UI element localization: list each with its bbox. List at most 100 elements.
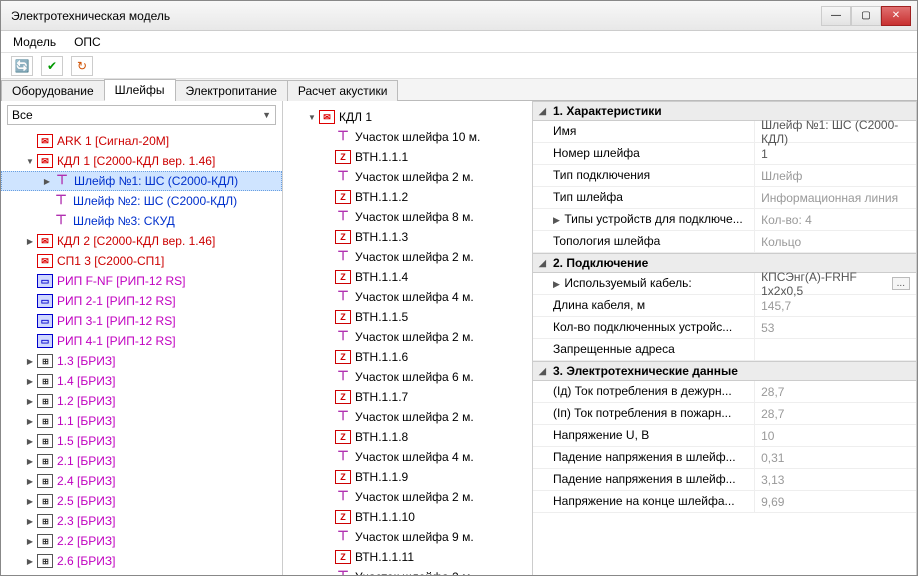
tree-item[interactable]: ▶ZВТН.1.1.4 [283,267,532,287]
tree-item[interactable]: ▶⊤Участок шлейфа 2 м. [283,407,532,427]
tree-item[interactable]: ▼✉КДЛ 1 [С2000-КДЛ вер. 1.46] [1,151,282,171]
tree-item[interactable]: ▶⊤Участок шлейфа 10 м. [283,127,532,147]
z-icon: Z [335,190,351,204]
tab-acoustics[interactable]: Расчет акустики [287,80,399,101]
tree-item[interactable]: ▶⊤Участок шлейфа 2 м. [283,487,532,507]
expand-icon[interactable]: ▶ [25,437,35,446]
expand-icon[interactable]: ▶ [42,177,52,186]
tree-item[interactable]: ▶⊤Участок шлейфа 4 м. [283,287,532,307]
tree-item[interactable]: ▶⊤Участок шлейфа 2 м. [283,327,532,347]
tree-item[interactable]: ▶⊤Шлейф №1: ШС (С2000-КДЛ) [1,171,282,191]
prop-current-fire: (Iп) Ток потребления в пожарн...28,7 [533,403,916,425]
tree-item-label: 2.5 [БРИЗ] [57,494,115,508]
expand-icon[interactable]: ▶ [25,497,35,506]
tree-item-label: Участок шлейфа 6 м. [355,370,474,384]
segm-icon: ⊞ [37,414,53,428]
tree-item-label: КДЛ 1 [339,110,372,124]
tree-item[interactable]: ▶⊤Участок шлейфа 6 м. [283,367,532,387]
tree-item[interactable]: ▶⊞1.5 [БРИЗ] [1,431,282,451]
device-tree[interactable]: ▶✉ARK 1 [Сигнал-20M]▼✉КДЛ 1 [С2000-КДЛ в… [1,129,282,575]
rod-icon: ⊤ [335,330,351,344]
filter-combo[interactable]: Все ▼ [7,105,276,125]
maximize-button[interactable]: ▢ [851,6,881,26]
tree-item[interactable]: ▶⊤Участок шлейфа 8 м. [283,207,532,227]
tree-item[interactable]: ▶⊞2.5 [БРИЗ] [1,491,282,511]
tree-item[interactable]: ▶ZВТН.1.1.8 [283,427,532,447]
tree-item[interactable]: ▶⊞1.4 [БРИЗ] [1,371,282,391]
tree-item[interactable]: ▶ZВТН.1.1.3 [283,227,532,247]
check-button[interactable]: ✔ [41,56,63,76]
ellipsis-button[interactable]: ... [892,277,910,290]
prop-name: ИмяШлейф №1: ШС (С2000-КДЛ) [533,121,916,143]
tree-item[interactable]: ▶⊤Участок шлейфа 2 м. [283,247,532,267]
tree-item-label: 2.3 [БРИЗ] [57,514,115,528]
tree-item[interactable]: ▶⊞1.2 [БРИЗ] [1,391,282,411]
tree-item[interactable]: ▶⊞2.6 [БРИЗ] [1,551,282,571]
tree-item[interactable]: ▶✉СП1 3 [С2000-СП1] [1,251,282,271]
prop-forbidden: Запрещенные адреса [533,339,916,361]
tab-equipment[interactable]: Оборудование [1,80,105,101]
tree-item[interactable]: ▶ZВТН.1.1.1 [283,147,532,167]
tree-item[interactable]: ▶⊞2.2 [БРИЗ] [1,531,282,551]
tree-item[interactable]: ▶✉ARK 1 [Сигнал-20M] [1,131,282,151]
tree-item[interactable]: ▶⊤Участок шлейфа 2 м. [283,167,532,187]
menu-ops[interactable]: ОПС [74,35,101,49]
menu-model[interactable]: Модель [13,35,56,49]
tab-power[interactable]: Электропитание [175,80,288,101]
tree-item[interactable]: ▶⊞2.1 [БРИЗ] [1,451,282,471]
tree-item[interactable]: ▶ZВТН.1.1.11 [283,547,532,567]
tree-item[interactable]: ▶▭РИП F-NF [РИП-12 RS] [1,271,282,291]
tree-item[interactable]: ▶⊞ 1.1 [БРИЗ] [1,411,282,431]
close-button[interactable]: ✕ [881,6,911,26]
tree-item-label: Участок шлейфа 9 м. [355,530,474,544]
expand-icon[interactable]: ▶ [25,357,35,366]
tree-item[interactable]: ▶ZВТН.1.1.7 [283,387,532,407]
tree-item[interactable]: ▶ZВТН.1.1.6 [283,347,532,367]
tree-item[interactable]: ▶⊞2.3 [БРИЗ] [1,511,282,531]
tree-item[interactable]: ▶⊞2.4 [БРИЗ] [1,471,282,491]
expand-icon[interactable]: ▶ [25,457,35,466]
tree-item[interactable]: ▶ZВТН.1.1.9 [283,467,532,487]
tree-item[interactable]: ▶✉КДЛ 2 [С2000-КДЛ вер. 1.46] [1,231,282,251]
tree-item[interactable]: ▼✉КДЛ 1 [283,107,532,127]
expand-icon[interactable]: ▶ [25,417,35,426]
tree-item[interactable]: ▶⊤Шлейф №3: СКУД [1,211,282,231]
tree-item[interactable]: ▶⊤Участок шлейфа 2 м. [283,567,532,575]
tree-item[interactable]: ▶▭РИП 4-1 [РИП-12 RS] [1,331,282,351]
tree-item[interactable]: ▶⊤Участок шлейфа 4 м. [283,447,532,467]
expand-icon[interactable]: ▶ [25,477,35,486]
expand-icon[interactable]: ▼ [25,157,35,166]
tab-loops[interactable]: Шлейфы [104,79,176,101]
tree-item-label: 2.1 [БРИЗ] [57,454,115,468]
tree-item-label: Участок шлейфа 2 м. [355,410,474,424]
tree-item-label: КДЛ 2 [С2000-КДЛ вер. 1.46] [57,234,215,248]
expand-icon[interactable]: ▶ [25,557,35,566]
tree-item[interactable]: ▶⊞1.3 [БРИЗ] [1,351,282,371]
filter-value: Все [12,108,33,122]
tree-item[interactable]: ▶ZВТН.1.1.10 [283,507,532,527]
tree-item-label: Участок шлейфа 8 м. [355,210,474,224]
minimize-button[interactable]: — [821,6,851,26]
refresh-button[interactable]: 🔄 [11,56,33,76]
tree-item-label: 1.1 [БРИЗ] [57,414,115,428]
expand-icon[interactable]: ▶ [25,537,35,546]
section-electrical[interactable]: ◢3. Электротехнические данные [533,361,916,381]
expand-icon[interactable]: ▶ [25,397,35,406]
expand-icon[interactable]: ▼ [307,113,317,122]
sync-button[interactable]: ↻ [71,56,93,76]
tree-item[interactable]: ▶⊤Шлейф №2: ШС (С2000-КДЛ) [1,191,282,211]
z-icon: Z [335,510,351,524]
tree-item[interactable]: ▶⊤Участок шлейфа 9 м. [283,527,532,547]
tree-item[interactable]: ▶▭РИП 2-1 [РИП-12 RS] [1,291,282,311]
rod-icon: ⊤ [335,530,351,544]
loop-tree[interactable]: ▼✉КДЛ 1▶⊤Участок шлейфа 10 м.▶ZВТН.1.1.1… [283,101,532,575]
expand-icon[interactable]: ▶ [25,517,35,526]
tree-item[interactable]: ▶▭РИП 3-1 [РИП-12 RS] [1,311,282,331]
chevron-down-icon: ▼ [262,110,271,120]
tree-item-label: РИП 4-1 [РИП-12 RS] [57,334,176,348]
expand-icon[interactable]: ▶ [25,237,35,246]
tree-item[interactable]: ▶ZВТН.1.1.2 [283,187,532,207]
tree-item[interactable]: ▶ZВТН.1.1.5 [283,307,532,327]
expand-icon[interactable]: ▶ [25,377,35,386]
tree-item-label: Участок шлейфа 2 м. [355,250,474,264]
